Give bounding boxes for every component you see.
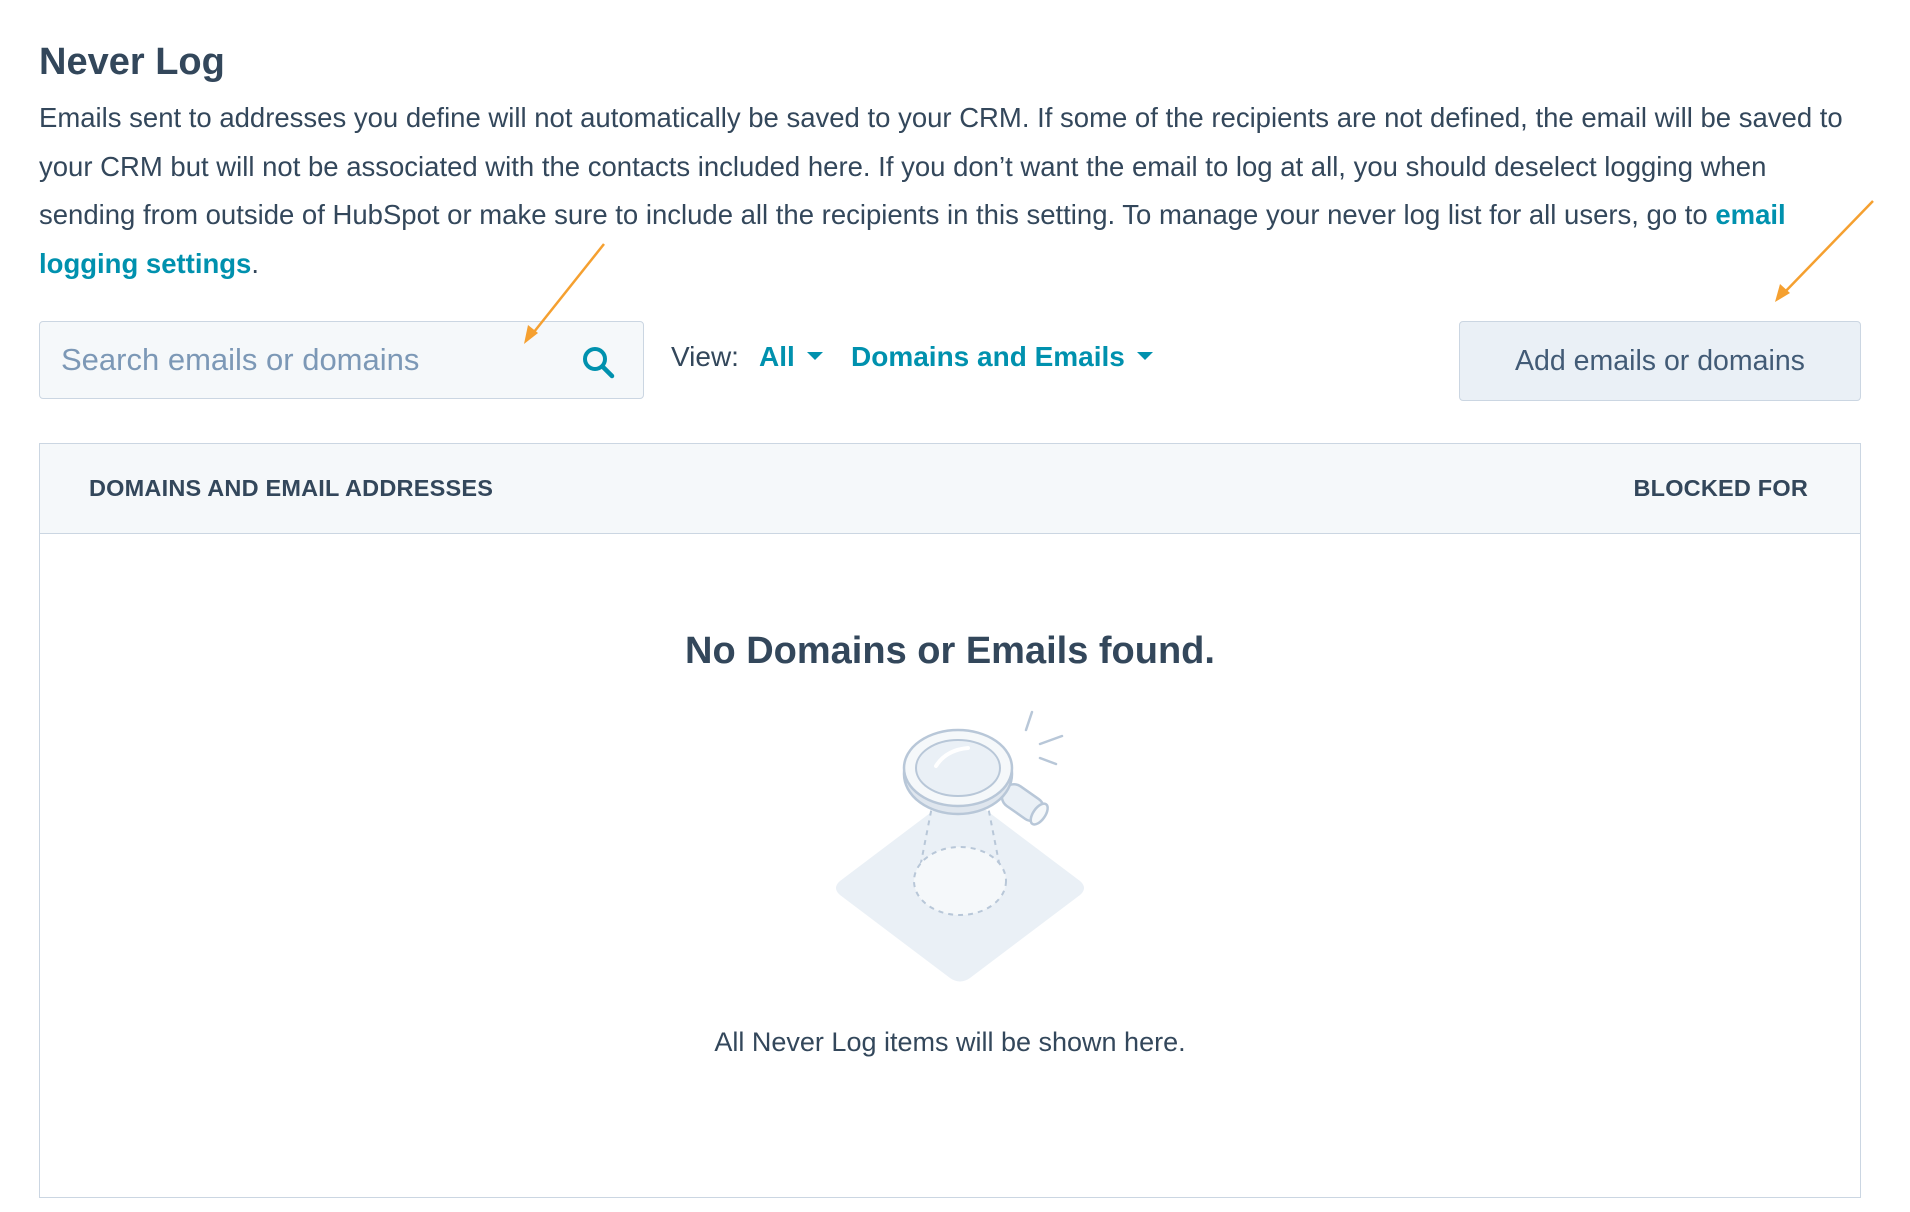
magnifying-glass-illustration — [836, 710, 1084, 982]
empty-state-caption: All Never Log items will be shown here. — [714, 1027, 1186, 1057]
caret-down-icon — [806, 351, 823, 360]
view-filter-dropdown[interactable]: All — [759, 341, 823, 373]
page-title: Never Log — [39, 41, 225, 83]
search-box — [39, 321, 644, 399]
column-header-domains[interactable]: DOMAINS AND EMAIL ADDRESSES — [89, 475, 493, 502]
search-icon[interactable] — [581, 345, 615, 379]
type-filter-dropdown[interactable]: Domains and Emails — [851, 341, 1153, 373]
description-text: Emails sent to addresses you define will… — [39, 102, 1843, 230]
caret-down-icon — [1136, 351, 1153, 360]
search-input[interactable] — [40, 322, 580, 397]
table-header: DOMAINS AND EMAIL ADDRESSES BLOCKED FOR — [40, 444, 1860, 534]
empty-state-title: No Domains or Emails found. — [685, 630, 1215, 672]
column-header-blocked-for[interactable]: BLOCKED FOR — [1633, 475, 1808, 502]
add-emails-or-domains-button[interactable]: Add emails or domains — [1459, 321, 1861, 401]
page-description: Emails sent to addresses you define will… — [39, 94, 1861, 288]
view-label: View: — [671, 341, 739, 372]
type-filter-value: Domains and Emails — [851, 341, 1125, 372]
description-end: . — [251, 247, 259, 279]
never-log-section: Never Log Emails sent to addresses you d… — [39, 30, 1861, 288]
toolbar: View: All Domains and Emails Add emails … — [39, 321, 1861, 401]
view-filter-value: All — [759, 341, 795, 372]
never-log-table: DOMAINS AND EMAIL ADDRESSES BLOCKED FOR … — [39, 443, 1861, 1198]
